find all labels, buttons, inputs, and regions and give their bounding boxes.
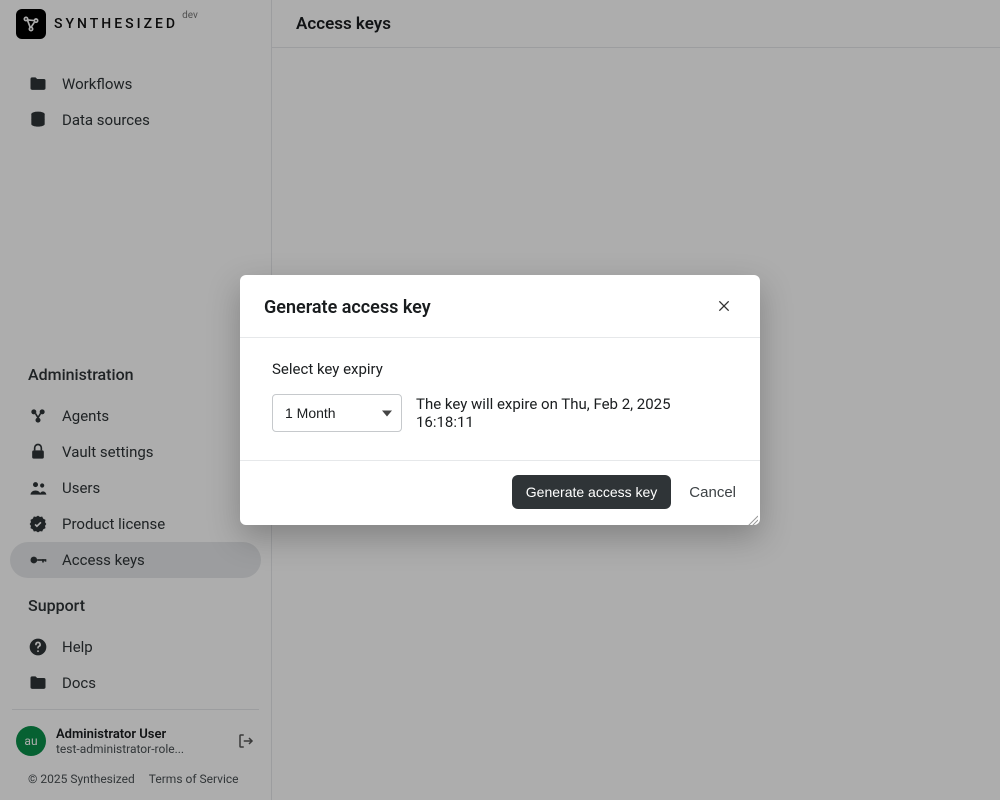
generate-access-key-button[interactable]: Generate access key: [512, 475, 672, 509]
close-icon: [716, 298, 732, 317]
cancel-button[interactable]: Cancel: [689, 484, 736, 501]
modal-overlay[interactable]: Generate access key Select key expiry 1 …: [0, 0, 1000, 800]
close-button[interactable]: [712, 295, 736, 319]
modal-title: Generate access key: [264, 297, 431, 318]
expiry-description: The key will expire on Thu, Feb 2, 2025 …: [416, 395, 728, 431]
expiry-select[interactable]: 1 Month: [272, 394, 402, 432]
expiry-field-label: Select key expiry: [272, 360, 728, 378]
generate-access-key-modal: Generate access key Select key expiry 1 …: [240, 275, 760, 525]
